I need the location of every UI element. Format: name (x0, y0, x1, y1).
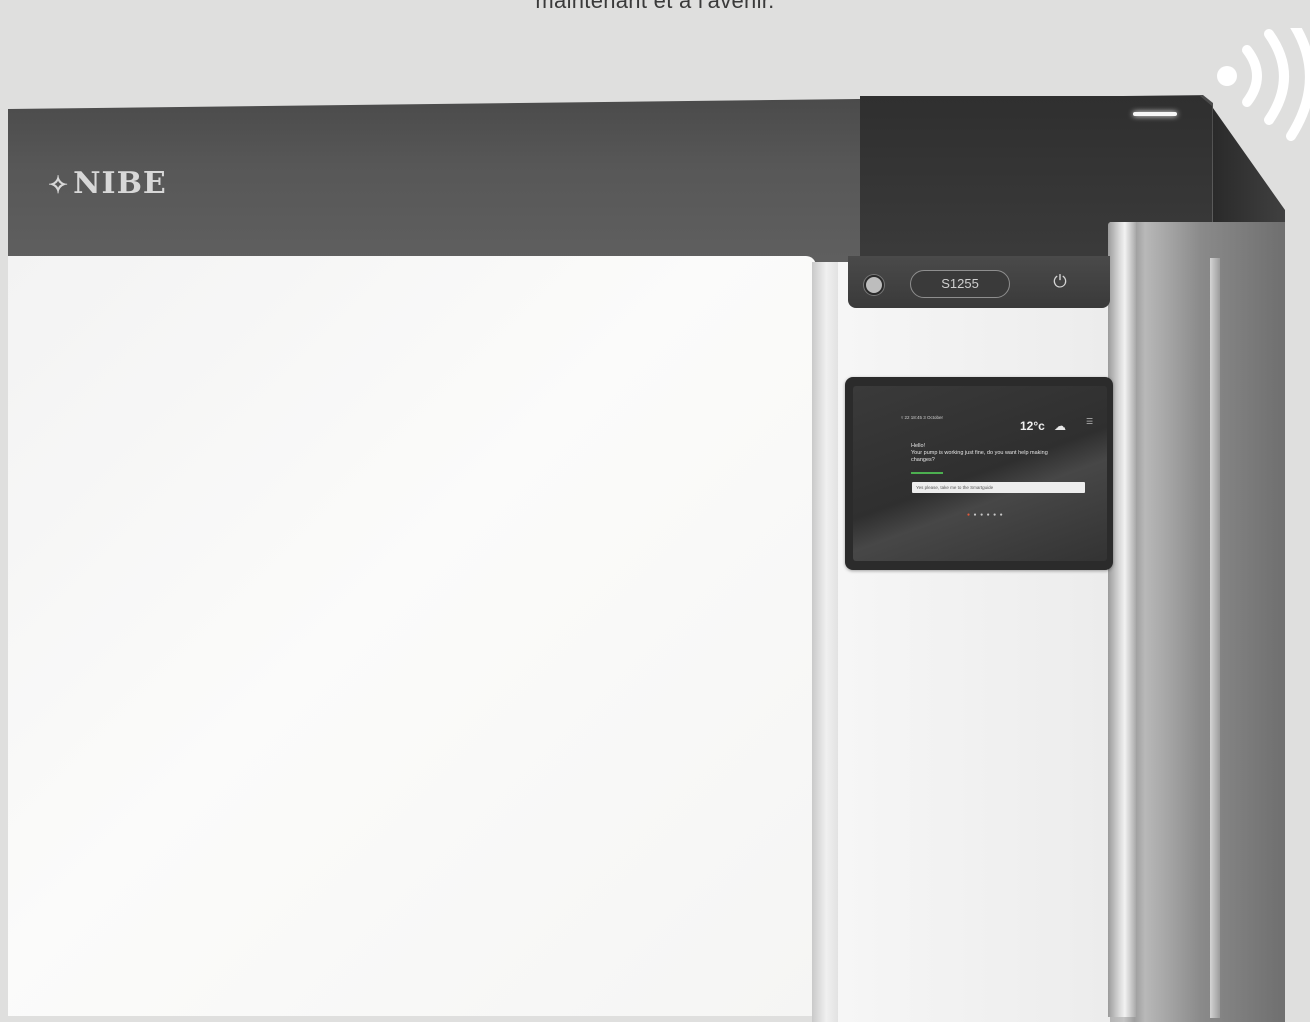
home-button-icon[interactable] (864, 275, 884, 295)
center-strip (838, 262, 1110, 1022)
menu-icon[interactable]: ☰ (1086, 417, 1093, 426)
touch-screen[interactable]: ▿ 22 18:45 3 October 12°c ☁ ☰ Hello! You… (853, 386, 1107, 561)
side-trim (1210, 258, 1220, 1018)
message: Your pump is working just fine, do you w… (911, 450, 1048, 463)
door-handle[interactable] (1108, 222, 1136, 1017)
greeting: Hello! (911, 443, 926, 449)
status-line: ▿ 22 18:45 3 October (901, 415, 944, 420)
page-dots: ●●●●●● (967, 512, 1006, 518)
caption-text: maintenant et à l'avenir. (535, 0, 775, 13)
page-dot: ● (999, 512, 1007, 518)
greeting-text: Hello! Your pump is working just fine, d… (911, 443, 1071, 464)
progress-underline (911, 472, 943, 474)
panel-edge (812, 262, 838, 1022)
nibe-star-icon: ✧ (48, 170, 70, 199)
cloud-icon: ☁ (1054, 419, 1066, 433)
status-led-bar (1133, 112, 1177, 116)
side-panel (1110, 222, 1285, 1022)
logo-text: NIBE (73, 166, 167, 201)
nibe-logo: ✧ NIBE (48, 166, 167, 201)
model-label: S1255 (910, 270, 1010, 298)
front-panel (8, 256, 816, 1016)
power-icon[interactable]: ⏻ (1050, 272, 1070, 292)
smartguide-button[interactable]: Yes please, take me to the Smartguide (912, 482, 1085, 493)
outdoor-temperature: 12°c (1020, 419, 1045, 433)
